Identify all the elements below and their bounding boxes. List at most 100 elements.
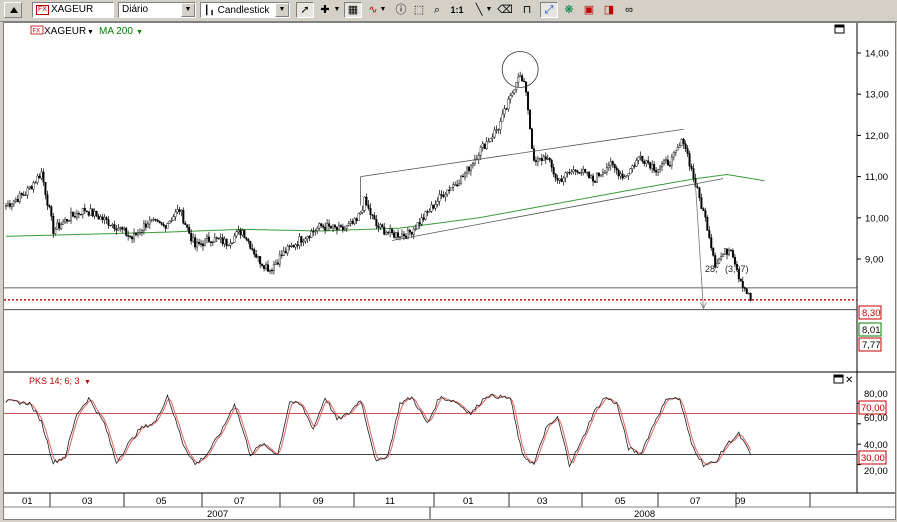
candle-body	[278, 254, 281, 265]
candle-body	[491, 136, 494, 139]
info-icon[interactable]: ⓘ	[392, 2, 410, 18]
candle-body	[237, 229, 240, 232]
candle-body	[16, 199, 19, 203]
candle-body	[586, 172, 589, 174]
candle-body	[436, 201, 439, 205]
candle-body	[168, 220, 171, 224]
link-icon[interactable]: ∞	[620, 2, 638, 18]
candle-body	[274, 262, 277, 265]
candle-body	[10, 203, 13, 207]
candle-body	[422, 217, 425, 220]
candle-body	[596, 172, 599, 183]
candle-body	[196, 242, 199, 248]
candle-body	[722, 254, 725, 257]
candle-body	[182, 209, 185, 224]
candle-body	[345, 225, 348, 229]
candle-body	[706, 217, 709, 231]
main-plot-area[interactable]	[4, 23, 857, 371]
zoom-icon[interactable]: ⌕	[428, 2, 446, 18]
candle-body	[708, 230, 711, 238]
cursor-arrow-icon[interactable]: ➚	[296, 2, 314, 18]
candle-body	[207, 236, 210, 242]
chevron-down-icon[interactable]: ▼	[378, 2, 388, 18]
candle-body	[464, 172, 467, 178]
candle-body	[548, 158, 551, 161]
print-icon[interactable]: ◨	[600, 2, 618, 18]
chevron-down-icon[interactable]: ▼	[87, 29, 94, 36]
candle-body	[282, 250, 285, 256]
candle-body	[251, 248, 254, 250]
candle-body	[400, 233, 403, 238]
candle-body	[87, 211, 90, 216]
candle-body	[578, 171, 581, 174]
candle-body	[261, 263, 264, 266]
candle-body	[379, 224, 382, 228]
candle-body	[615, 167, 618, 171]
month-label: 03	[537, 496, 548, 507]
candle-body	[387, 232, 390, 234]
candle-body	[186, 224, 189, 228]
candle-body	[393, 232, 396, 238]
chevron-down-icon[interactable]: ▼	[332, 2, 342, 18]
candle-body	[339, 225, 342, 227]
export-icon[interactable]: ▣	[580, 2, 598, 18]
osc-legend[interactable]: PKS 14; 6; 3 ▼	[29, 376, 91, 386]
grid-toggle-icon[interactable]: ▦	[344, 2, 362, 18]
candle-body	[599, 174, 602, 177]
ratio-icon[interactable]: 1:1	[448, 2, 466, 18]
magnet-icon[interactable]: ⊓	[518, 2, 536, 18]
price-tick-label: 14,00	[865, 49, 889, 60]
candle-body	[77, 213, 80, 215]
snapshot-icon[interactable]: ❋	[560, 2, 578, 18]
pattern-icon[interactable]: ⤢	[540, 2, 558, 18]
oscillator-pane[interactable]	[4, 393, 861, 468]
candle-body	[302, 240, 305, 243]
candle-body	[81, 207, 84, 215]
candle-body	[649, 162, 652, 169]
candle-body	[203, 238, 206, 247]
candle-body	[52, 216, 55, 234]
candle-body	[164, 225, 167, 229]
candle-body	[434, 204, 437, 209]
chart-style-select[interactable]: ┃╻ Candlestick ▼	[200, 2, 290, 18]
osc-label-60: 60,00	[864, 413, 888, 424]
candle-body	[664, 159, 667, 161]
candle-body	[324, 226, 327, 231]
candle-body	[18, 193, 21, 203]
candle-body	[438, 194, 441, 202]
candle-body	[532, 148, 535, 161]
candle-body	[32, 182, 35, 190]
chevron-down-icon[interactable]: ▼	[84, 379, 91, 386]
candle-body	[42, 171, 45, 183]
chart-style-value: Candlestick	[217, 5, 270, 16]
candle-body	[745, 288, 748, 294]
chevron-down-icon[interactable]: ▼	[181, 3, 195, 17]
symbol-input[interactable]: FX XAGEUR	[32, 2, 114, 18]
period-select[interactable]: Diário ▼	[118, 2, 196, 18]
chevron-down-icon[interactable]: ▼	[136, 29, 143, 36]
candle-body	[349, 221, 352, 224]
chart-canvas[interactable]: 14,0013,0012,0011,0010,009,00 FX XAGEUR …	[4, 23, 895, 520]
candle-body	[749, 293, 752, 301]
collapse-button[interactable]	[4, 2, 22, 18]
chevron-down-icon[interactable]: ▼	[484, 2, 494, 18]
candle-body	[580, 172, 583, 174]
osc-label-20: 20,00	[864, 466, 888, 477]
candle-body	[227, 244, 230, 247]
candle-body	[290, 245, 293, 247]
candle-body	[119, 227, 122, 229]
zoom-area-icon[interactable]: ⬚	[410, 2, 428, 18]
candle-body	[487, 141, 490, 143]
candle-body	[383, 226, 386, 235]
candle-body	[556, 177, 559, 181]
candle-body	[68, 220, 71, 222]
candle-body	[495, 129, 498, 131]
candle-body	[511, 92, 514, 96]
eraser-icon[interactable]: ⌫	[496, 2, 514, 18]
close-pane-icon[interactable]: ✕	[845, 375, 853, 386]
candle-body	[412, 228, 415, 235]
chevron-down-icon[interactable]: ▼	[275, 3, 289, 17]
candle-body	[300, 236, 303, 243]
candle-body	[597, 172, 600, 177]
candle-body	[446, 189, 449, 195]
